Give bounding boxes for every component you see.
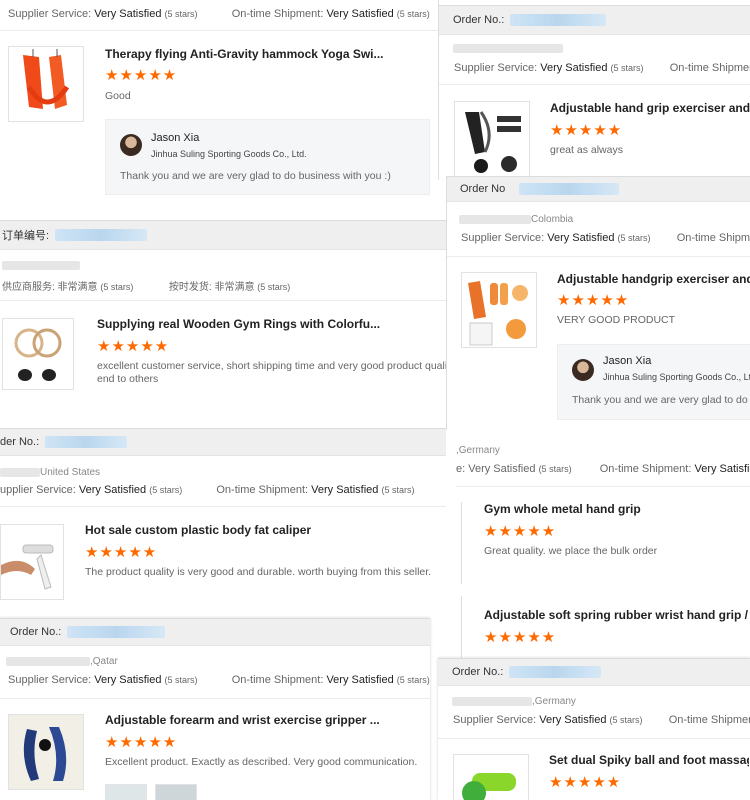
reply-text: Thank you and we are very glad to do bu xyxy=(572,394,750,406)
review-card-hammock: Supplier Service: Very Satisfied (5 star… xyxy=(0,0,440,212)
product-thumbnail[interactable] xyxy=(461,272,537,348)
product-title[interactable]: Adjustable hand grip exerciser and fing xyxy=(550,101,750,115)
review-card-spiky-ball: Order No.: ,Germany Supplier Service: Ve… xyxy=(438,658,750,800)
product-thumbnail[interactable] xyxy=(0,524,64,600)
buyer-country: ,Germany xyxy=(456,445,500,456)
review-card-forearm-gripper: Order No.: ,Qatar Supplier Service: Very… xyxy=(0,618,430,800)
seller-company: Jinhua Suling Sporting Goods Co., Ltd. xyxy=(151,149,307,159)
product-title[interactable]: Adjustable handgrip exerciser and fin xyxy=(557,272,750,286)
order-bar: Order No.: xyxy=(438,658,750,686)
rating-stars: ★★★★★ xyxy=(105,734,178,751)
product-thumbnail[interactable] xyxy=(8,714,84,790)
product-title[interactable]: Hot sale custom plastic body fat caliper xyxy=(85,523,440,537)
order-bar: Order No xyxy=(447,176,750,202)
rating-stars: ★★★★★ xyxy=(105,67,178,84)
product-thumbnail[interactable] xyxy=(8,46,84,122)
review-comment: Excellent product. Exactly as described.… xyxy=(105,756,418,768)
product-title[interactable]: Adjustable soft spring rubber wrist hand… xyxy=(484,608,750,622)
order-bar: Order No.: xyxy=(439,5,750,35)
review-card-soft-spring-grip: Adjustable soft spring rubber wrist hand… xyxy=(456,596,750,658)
service-row: Supplier Service: Very Satisfied (5 star… xyxy=(454,62,750,74)
service-row: e: Very Satisfied (5 stars) On-time Ship… xyxy=(456,463,750,475)
rating-stars: ★★★★★ xyxy=(97,338,170,355)
seller-name: Jason Xia xyxy=(151,132,200,144)
review-card-handgrip-colombia: Order No Colombia Supplier Service: Very… xyxy=(446,176,750,430)
product-thumbnail[interactable] xyxy=(454,101,530,177)
review-photo[interactable] xyxy=(155,784,197,800)
buyer-country: ,Germany xyxy=(452,696,576,707)
buyer-country: United States xyxy=(0,467,100,478)
service-row: upplier Service: Very Satisfied (5 stars… xyxy=(0,484,415,496)
review-comment: excellent customer service, short shippi… xyxy=(97,360,446,385)
review-comment: Great quality. we place the bulk order xyxy=(484,545,658,557)
buyer-country: ,Qatar xyxy=(6,656,118,667)
product-title[interactable]: Set dual Spiky ball and foot massage r xyxy=(549,753,749,767)
rating-stars: ★★★★★ xyxy=(557,292,630,309)
seller-company: Jinhua Suling Sporting Goods Co., Ltd. xyxy=(603,372,750,382)
service-row: Supplier Service: Very Satisfied (5 star… xyxy=(8,674,430,686)
rating-stars: ★★★★★ xyxy=(549,774,622,791)
rating-stars: ★★★★★ xyxy=(484,523,557,540)
review-card-wooden-rings: 订单编号: 供应商服务: 非常满意 (5 stars) 按时发货: 非常满意 (… xyxy=(0,220,446,420)
rating-stars: ★★★★★ xyxy=(85,544,158,561)
product-title[interactable]: Therapy flying Anti-Gravity hammock Yoga… xyxy=(105,47,435,61)
service-row: Supplier Service: Very Satisfied (5 star… xyxy=(461,232,750,244)
product-thumbnail[interactable] xyxy=(2,318,74,390)
product-title[interactable]: Adjustable forearm and wrist exercise gr… xyxy=(105,713,425,727)
product-title[interactable]: Supplying real Wooden Gym Rings with Col… xyxy=(97,317,437,331)
review-comment: Good xyxy=(105,90,131,102)
product-title[interactable]: Gym whole metal hand grip xyxy=(484,502,744,516)
review-comment: VERY GOOD PRODUCT xyxy=(557,314,676,326)
order-bar: Order No.: xyxy=(0,618,430,646)
review-card-metal-hand-grip: ,Germany e: Very Satisfied (5 stars) On-… xyxy=(456,436,750,596)
product-thumbnail[interactable] xyxy=(453,754,529,800)
review-comment: great as always xyxy=(550,144,623,156)
order-bar: der No.: xyxy=(0,428,446,456)
service-row: 供应商服务: 非常满意 (5 stars) 按时发货: 非常满意 (5 star… xyxy=(2,282,291,293)
rating-stars: ★★★★★ xyxy=(484,629,557,646)
rating-stars: ★★★★★ xyxy=(550,122,623,139)
seller-name: Jason Xia xyxy=(603,355,652,367)
review-photo[interactable] xyxy=(105,784,147,800)
seller-avatar xyxy=(572,359,594,381)
buyer-country: Colombia xyxy=(459,214,573,225)
review-card-fat-caliper: der No.: United States upplier Service: … xyxy=(0,428,446,608)
service-row: Supplier Service: Very Satisfied (5 star… xyxy=(8,8,430,20)
service-row: Supplier Service: Very Satisfied (5 star… xyxy=(453,714,750,726)
seller-avatar xyxy=(120,134,142,156)
seller-reply: Jason Xia Jinhua Suling Sporting Goods C… xyxy=(557,344,750,420)
review-card-hand-grip-exerciser: Order No.: Supplier Service: Very Satisf… xyxy=(438,0,750,180)
seller-reply: Jason Xia Jinhua Suling Sporting Goods C… xyxy=(105,119,430,195)
review-comment: The product quality is very good and dur… xyxy=(85,566,432,578)
reply-text: Thank you and we are very glad to do bus… xyxy=(120,170,391,182)
order-bar: 订单编号: xyxy=(0,220,446,250)
